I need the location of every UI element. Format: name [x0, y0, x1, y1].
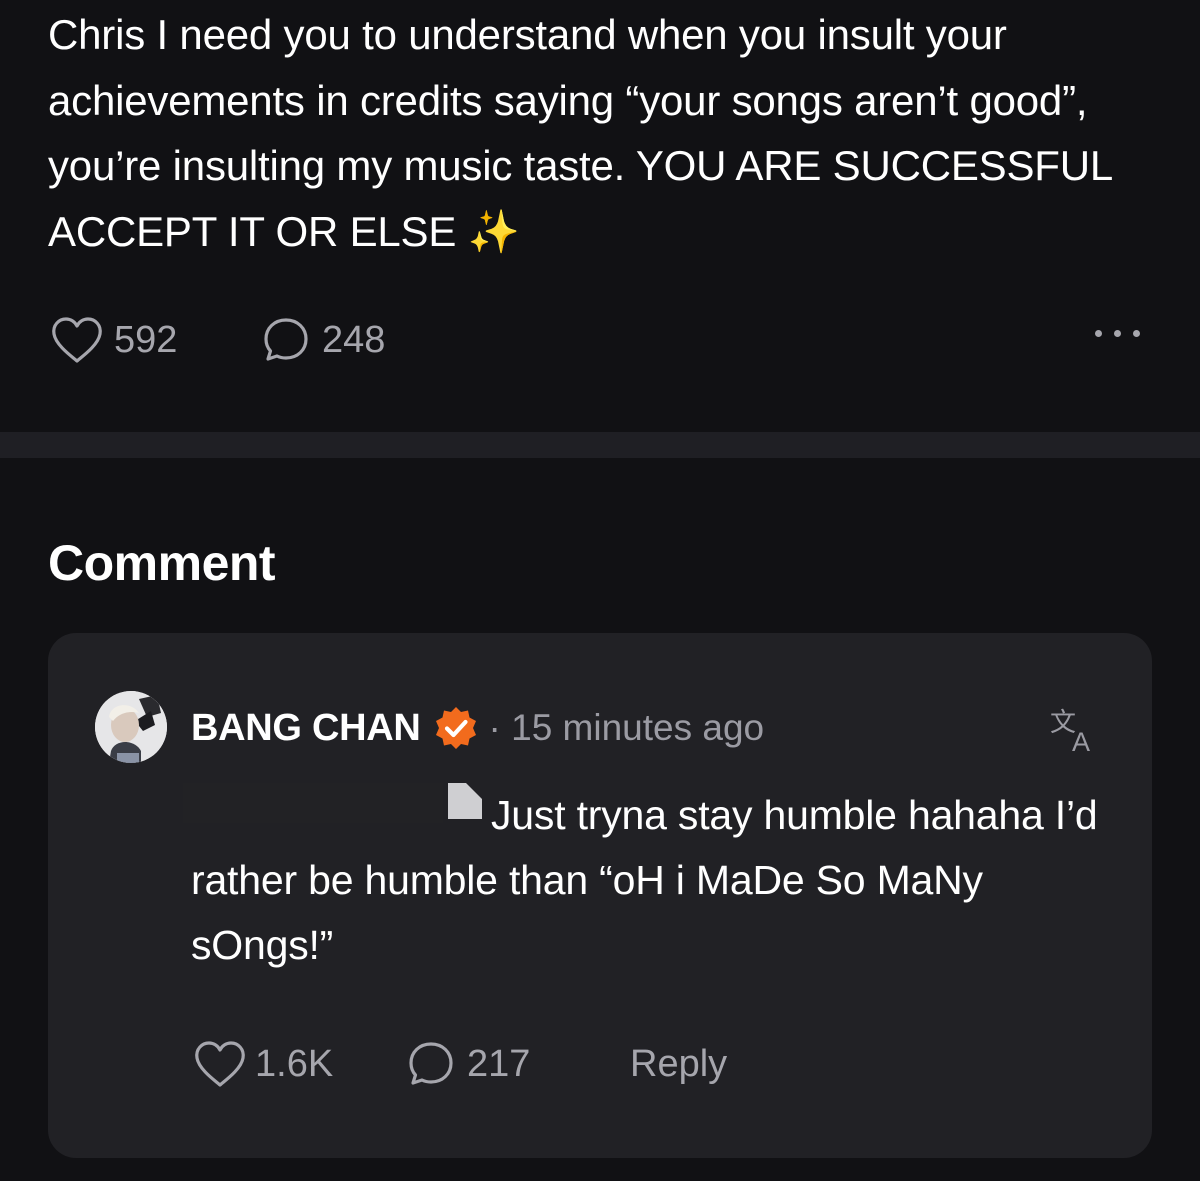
comment-bubble-icon: [409, 1042, 453, 1085]
comment-author-name[interactable]: BANG CHAN: [191, 707, 421, 750]
comment-author-row: BANG CHAN · 15 minutes ago: [191, 703, 764, 753]
post-comment-button[interactable]: 248: [262, 312, 385, 368]
post-like-button[interactable]: 592: [50, 312, 177, 368]
comment-section-title: Comment: [48, 535, 276, 591]
dot: [1095, 330, 1102, 337]
more-dots-icon[interactable]: [1095, 330, 1140, 337]
comment-card: BANG CHAN · 15 minutes ago 文 A Just tryn…: [48, 633, 1152, 1158]
comment-bubble-icon: [264, 318, 308, 361]
dot: [1114, 330, 1121, 337]
comment-body-text: Just tryna stay humble hahaha I’d rather…: [191, 792, 1098, 968]
avatar-image: [95, 691, 167, 763]
avatar[interactable]: [95, 691, 167, 763]
reply-button[interactable]: Reply: [630, 1036, 727, 1092]
comment-like-count: 1.6K: [255, 1042, 334, 1085]
comment-section: Comment BANG CHAN · 15 minutes ago 文 A J…: [0, 458, 1200, 1181]
post-like-count: 592: [114, 318, 178, 361]
comment-timestamp: · 15 minutes ago: [488, 707, 765, 748]
dot: [1133, 330, 1140, 337]
verified-badge-icon: [435, 707, 476, 749]
heart-icon: [195, 1041, 245, 1087]
post-body-text: Chris I need you to understand when you …: [48, 11, 1121, 255]
comment-replies-button[interactable]: 217: [407, 1036, 530, 1092]
post-actions: 592 248: [50, 312, 1150, 368]
translate-icon[interactable]: 文 A: [1048, 703, 1100, 757]
comment-like-button[interactable]: 1.6K: [193, 1036, 333, 1092]
heart-icon: [52, 317, 102, 363]
svg-text:A: A: [1072, 727, 1090, 755]
section-divider: [0, 432, 1200, 458]
comment-reply-count: 217: [467, 1042, 531, 1085]
post: Chris I need you to understand when you …: [0, 0, 1200, 432]
comment-actions: 1.6K 217 Reply: [193, 1036, 893, 1092]
post-comment-count: 248: [322, 318, 386, 361]
